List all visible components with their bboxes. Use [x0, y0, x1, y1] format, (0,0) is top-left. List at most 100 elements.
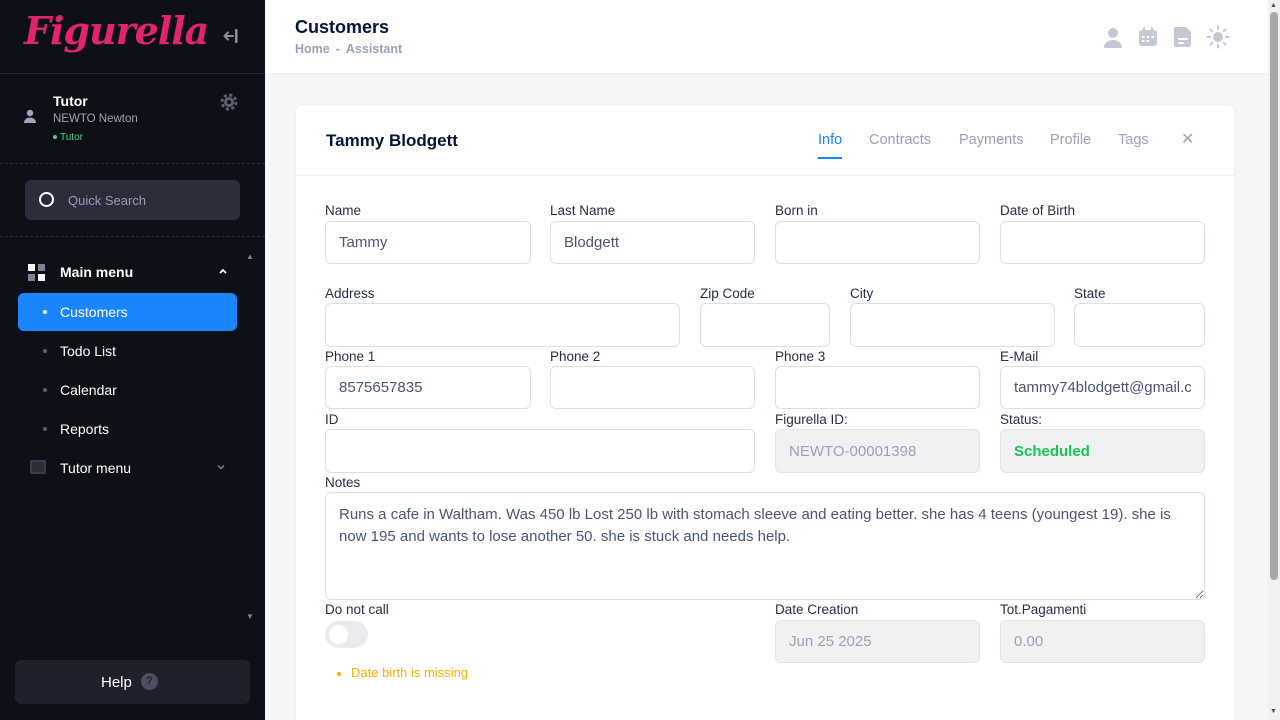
document-icon[interactable]	[1171, 25, 1195, 49]
page-header: Customers Home - Assistant	[265, 0, 1268, 74]
phone1-field[interactable]	[325, 366, 531, 409]
quick-search[interactable]	[25, 180, 240, 220]
notes-textarea[interactable]: Runs a cafe in Waltham. Was 450 lb Lost …	[325, 492, 1205, 600]
tutor-menu-toggle[interactable]: Tutor menu	[28, 457, 238, 479]
main-menu-toggle[interactable]: Main menu	[28, 262, 238, 284]
question-icon: ?	[141, 673, 158, 690]
zip-code-field[interactable]	[700, 303, 830, 347]
last-name-label: Last Name	[550, 203, 616, 218]
sidebar-item-label: Todo List	[60, 343, 117, 359]
name-label: Name	[325, 203, 362, 218]
notes-label: Notes	[325, 475, 361, 490]
figurella-id-field	[775, 429, 980, 473]
breadcrumb-assistant[interactable]: Assistant	[346, 42, 402, 56]
city-label: City	[850, 286, 874, 301]
sidebar-item-customers[interactable]: Customers	[18, 293, 237, 331]
state-field[interactable]	[1074, 303, 1205, 347]
validation-warning-text: Date birth is missing	[351, 665, 469, 680]
bullet-icon	[43, 427, 47, 431]
phone2-field[interactable]	[550, 366, 755, 409]
id-field[interactable]	[325, 429, 755, 473]
do-not-call-label: Do not call	[325, 602, 389, 617]
scroll-up-icon[interactable]: ▲	[246, 252, 254, 261]
gear-icon[interactable]	[219, 92, 239, 112]
help-label: Help	[101, 674, 132, 691]
toggle-knob	[329, 625, 348, 644]
address-field[interactable]	[325, 303, 680, 347]
date-creation-field	[775, 620, 980, 663]
status-label: Status:	[1000, 412, 1043, 427]
page-scrollbar[interactable]: ▲ ▼	[1268, 0, 1280, 720]
bullet-icon	[43, 388, 47, 392]
zip-code-label: Zip Code	[700, 286, 755, 301]
user-subtitle: NEWTO Newton	[53, 113, 138, 125]
grid-icon	[28, 264, 46, 282]
name-field[interactable]	[325, 221, 531, 264]
brand-area: Figurella	[0, 0, 265, 74]
user-icon[interactable]	[1101, 25, 1125, 49]
divider	[0, 236, 265, 237]
date-of-birth-field[interactable]	[1000, 221, 1205, 264]
state-label: State	[1074, 286, 1106, 301]
validation-warning: Date birth is missing	[337, 665, 468, 680]
tot-pagamenti-field	[1000, 620, 1205, 663]
born-in-label: Born in	[775, 203, 818, 218]
scroll-down-arrow[interactable]: ▼	[1270, 708, 1277, 715]
tab-profile[interactable]: Profile	[1050, 132, 1091, 148]
tutor-menu-label: Tutor menu	[60, 460, 132, 476]
user-name: Tutor	[53, 93, 88, 109]
user-role-badge: Tutor	[53, 132, 83, 143]
card-header: Tammy Blodgett Info Contracts Payments P…	[296, 105, 1234, 176]
sidebar: Figurella Tutor NEWTO Newton Tutor Main …	[0, 0, 265, 720]
do-not-call-toggle[interactable]	[325, 621, 368, 648]
phone3-field[interactable]	[775, 366, 980, 409]
email-field[interactable]	[1000, 366, 1205, 409]
figurella-id-label: Figurella ID:	[775, 412, 848, 427]
id-card-icon	[30, 460, 46, 474]
sidebar-item-label: Reports	[60, 421, 110, 437]
chevron-down-icon	[216, 461, 226, 475]
phone2-label: Phone 2	[550, 349, 601, 364]
address-label: Address	[325, 286, 375, 301]
quick-search-input[interactable]	[68, 180, 233, 220]
sidebar-item-label: Calendar	[60, 382, 117, 398]
sidebar-item-calendar[interactable]: Calendar	[18, 371, 237, 409]
sidebar-item-reports[interactable]: Reports	[18, 410, 237, 448]
close-icon[interactable]: ✕	[1181, 129, 1194, 149]
tab-info[interactable]: Info	[818, 132, 843, 159]
status-dot	[53, 135, 57, 140]
help-button[interactable]: Help ?	[15, 660, 250, 704]
chevron-up-icon	[218, 265, 228, 279]
city-field[interactable]	[850, 303, 1055, 347]
user-icon	[22, 108, 38, 129]
breadcrumb-separator: -	[335, 42, 340, 56]
breadcrumb-home[interactable]: Home	[295, 42, 330, 56]
search-icon	[39, 192, 54, 207]
born-in-field[interactable]	[775, 221, 980, 264]
date-creation-label: Date Creation	[775, 602, 859, 617]
tab-tags[interactable]: Tags	[1118, 132, 1149, 148]
tot-pagamenti-label: Tot.Pagamenti	[1000, 602, 1087, 617]
status-field	[1000, 429, 1205, 473]
date-of-birth-label: Date of Birth	[1000, 203, 1076, 218]
email-label: E-Mail	[1000, 349, 1039, 364]
scroll-up-arrow[interactable]: ▲	[1270, 2, 1277, 9]
user-role-label: Tutor	[60, 132, 83, 143]
bullet-icon	[43, 349, 47, 353]
customer-name: Tammy Blodgett	[326, 131, 458, 150]
sidebar-item-todo-list[interactable]: Todo List	[18, 332, 237, 370]
collapse-sidebar-icon[interactable]	[222, 26, 242, 46]
calendar-icon[interactable]	[1136, 25, 1160, 49]
bullet-icon	[43, 310, 47, 314]
phone3-label: Phone 3	[775, 349, 826, 364]
figurella-logo[interactable]: Figurella	[24, 8, 209, 53]
id-label: ID	[325, 412, 339, 427]
scroll-down-icon[interactable]: ▼	[246, 612, 254, 621]
tab-contracts[interactable]: Contracts	[869, 132, 931, 148]
breadcrumb: Home - Assistant	[295, 42, 402, 56]
sidebar-item-label: Customers	[60, 304, 128, 320]
last-name-field[interactable]	[550, 221, 755, 264]
tab-payments[interactable]: Payments	[959, 132, 1023, 148]
scrollbar-thumb[interactable]	[1270, 12, 1278, 580]
sun-icon[interactable]	[1206, 25, 1230, 49]
